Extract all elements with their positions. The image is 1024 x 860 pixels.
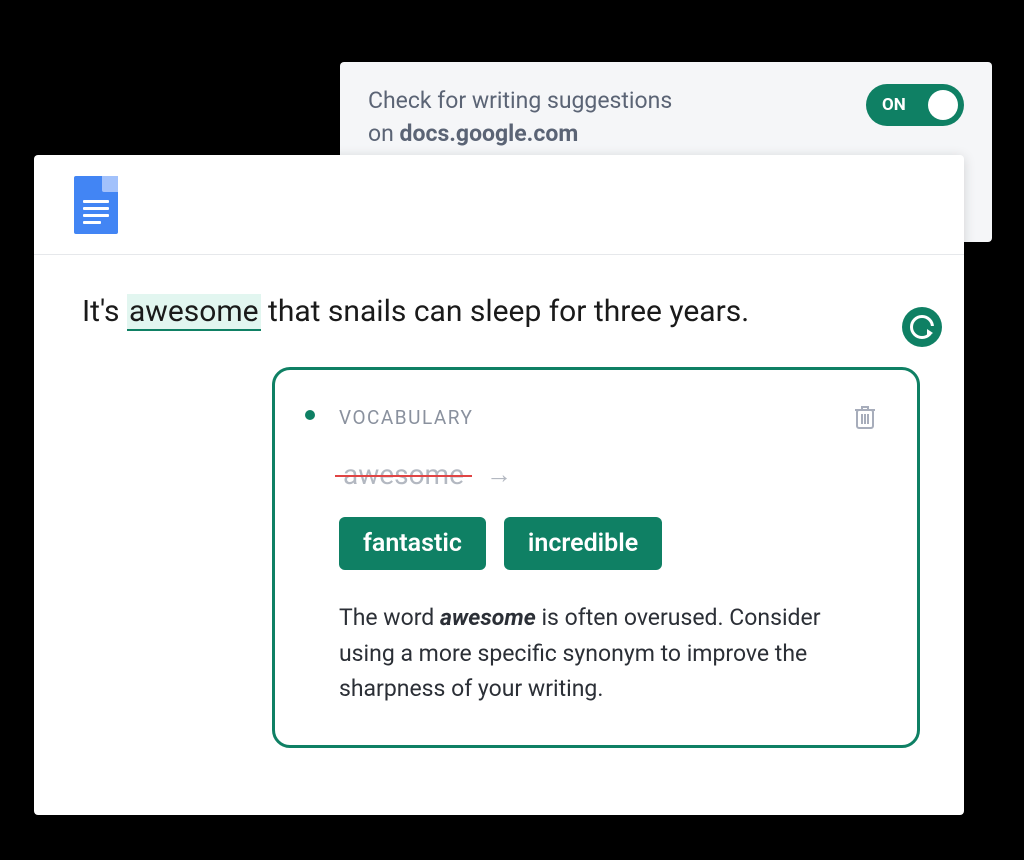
explanation-pre: The word [339,604,440,631]
suggestion-card: VOCABULARY awesome → fantastic incredib [272,367,920,748]
explanation-em: awesome [440,604,536,631]
toggle-state-label: ON [882,95,906,115]
dismiss-suggestion-button[interactable] [853,404,877,430]
suggestion-category: VOCABULARY [339,406,473,429]
sentence-before: It's [82,294,127,329]
sentence-after: that snails can sleep for three years. [261,294,750,329]
toggle-line2-prefix: on [368,120,400,147]
grammarly-badge[interactable] [902,307,942,347]
category-dot-icon [305,410,315,420]
replacement-chip-incredible[interactable]: incredible [504,517,662,570]
toggle-knob [928,90,958,120]
document-sentence: It's awesome that snails can sleep for t… [82,291,916,333]
document-body[interactable]: It's awesome that snails can sleep for t… [34,255,964,369]
suggestions-toggle[interactable]: ON [866,84,964,126]
replacement-chip-fantastic[interactable]: fantastic [339,517,486,570]
original-word: awesome [339,458,468,491]
toggle-line1: Check for writing suggestions [368,87,672,114]
replacement-chips: fantastic incredible [339,517,877,570]
flagged-word[interactable]: awesome [127,294,261,331]
suggestion-explanation: The word awesome is often overused. Cons… [339,600,877,707]
original-word-row: awesome → [339,458,877,491]
grammarly-logo-icon [910,315,934,339]
document-window: It's awesome that snails can sleep for t… [34,155,964,815]
arrow-right-icon: → [486,459,512,490]
document-header [34,155,964,255]
toggle-domain: docs.google.com [400,120,579,147]
google-docs-icon [74,176,118,234]
toggle-description: Check for writing suggestions on docs.go… [368,84,672,151]
